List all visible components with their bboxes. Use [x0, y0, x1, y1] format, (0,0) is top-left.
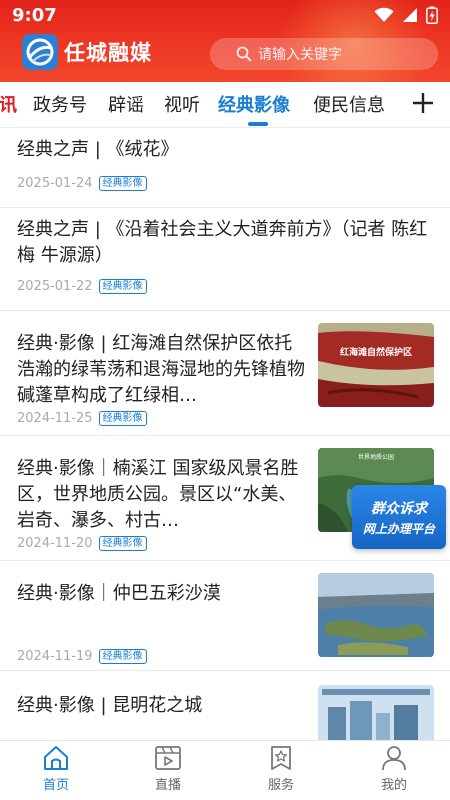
nav-service[interactable]: 服务 [241, 745, 321, 793]
item-meta: 2025-01-22 经典影像 [17, 279, 147, 294]
item-meta: 2024-11-19 经典影像 [17, 649, 147, 664]
nav-label: 我的 [380, 778, 407, 793]
signal-icon [403, 8, 417, 22]
item-tag: 经典影像 [98, 411, 147, 426]
plus-icon [413, 93, 433, 113]
status-bar: 9:07 [0, 0, 450, 30]
tab-classic-images[interactable]: 经典影像 [218, 91, 290, 117]
tab-audio-visual[interactable]: 视听 [164, 91, 200, 117]
app-header: 9:07 任城融媒 请输入关键字 [0, 0, 450, 82]
nav-label: 服务 [267, 778, 294, 793]
item-date: 2024-11-19 [17, 649, 93, 664]
list-item[interactable]: 经典之声 | 《绒花》 2025-01-24 经典影像 [0, 128, 450, 208]
item-meta: 2025-01-24 经典影像 [17, 176, 147, 191]
item-title: 经典·影像｜仲巴五彩沙漠 [17, 583, 221, 604]
home-icon [44, 746, 68, 770]
thumb-caption: 红海滩自然保护区 [340, 346, 412, 358]
item-date: 2024-11-25 [17, 411, 93, 426]
status-time: 9:07 [12, 5, 57, 26]
thumbnail-image [318, 685, 434, 740]
list-item[interactable]: 经典之声 | 《沿着社会主义大道奔前方》（记者 陈红梅 牛源源） 2025-01… [0, 208, 450, 311]
item-title: 经典·影像 | 昆明花之城 [17, 695, 203, 716]
thumbnail-image [318, 573, 434, 657]
thumb-caption: 世界地质公园 [358, 453, 394, 461]
tab-news-partial[interactable]: 讯 [0, 91, 17, 117]
item-tag: 经典影像 [98, 279, 147, 294]
search-placeholder: 请输入关键字 [258, 47, 342, 63]
nav-live[interactable]: 直播 [128, 745, 208, 793]
item-title: 经典之声 | 《沿着社会主义大道奔前方》（记者 陈红梅 牛源源） [17, 219, 428, 266]
tab-rumor[interactable]: 辟谣 [108, 91, 144, 117]
active-tab-indicator [248, 122, 268, 126]
item-title: 经典·影像｜楠溪江 国家级风景名胜区，世界地质公园。景区以“水美、岩奇、瀑多、村… [17, 458, 299, 531]
tab-gov-accounts[interactable]: 政务号 [33, 91, 87, 117]
list-item[interactable]: 经典·影像｜仲巴五彩沙漠 2024-11-19 经典影像 [0, 561, 450, 671]
service-icon [271, 746, 291, 770]
nav-profile[interactable]: 我的 [354, 745, 434, 793]
banner-line2: 网上办理平台 [362, 521, 435, 536]
app-name: 任城融媒 [64, 41, 152, 65]
banner-line1: 群众诉求 [371, 500, 427, 517]
item-meta: 2024-11-25 经典影像 [17, 411, 147, 426]
profile-icon [382, 746, 406, 771]
nav-label: 首页 [42, 778, 69, 793]
list-item[interactable]: 经典·影像 | 昆明花之城 [0, 671, 450, 740]
item-meta: 2024-11-20 经典影像 [17, 536, 147, 551]
item-tag: 经典影像 [98, 536, 147, 551]
thumbnail-image: 红海滩自然保护区 [318, 323, 434, 407]
status-icons [374, 6, 438, 24]
search-input[interactable]: 请输入关键字 [210, 38, 438, 70]
news-feed: 经典之声 | 《绒花》 2025-01-24 经典影像 经典之声 | 《沿着社会… [0, 128, 450, 740]
item-date: 2025-01-24 [17, 176, 93, 191]
battery-icon [426, 6, 438, 24]
item-tag: 经典影像 [98, 649, 147, 664]
list-item[interactable]: 经典·影像 | 红海滩自然保护区依托浩瀚的绿苇荡和退海湿地的先锋植物碱蓬草构成了… [0, 311, 450, 436]
nav-label: 直播 [154, 778, 181, 793]
channel-tabs: 讯 政务号 辟谣 视听 经典影像 便民信息 [0, 82, 450, 128]
nav-home[interactable]: 首页 [16, 745, 96, 793]
tab-public-info[interactable]: 便民信息 [313, 91, 385, 117]
public-appeal-banner[interactable]: 群众诉求 网上办理平台 [352, 485, 446, 549]
live-icon [155, 746, 181, 770]
item-date: 2025-01-22 [17, 279, 93, 294]
brand[interactable]: 任城融媒 [22, 34, 152, 70]
item-date: 2024-11-20 [17, 536, 93, 551]
bottom-nav: 首页 直播 服务 我的 [0, 740, 450, 800]
search-icon [236, 46, 252, 62]
item-title: 经典之声 | 《绒花》 [17, 139, 179, 160]
wifi-icon [374, 7, 394, 22]
app-logo [22, 34, 58, 70]
item-tag: 经典影像 [98, 176, 147, 191]
item-title: 经典·影像 | 红海滩自然保护区依托浩瀚的绿苇荡和退海湿地的先锋植物碱蓬草构成了… [17, 333, 305, 406]
add-channel-button[interactable] [406, 86, 440, 120]
